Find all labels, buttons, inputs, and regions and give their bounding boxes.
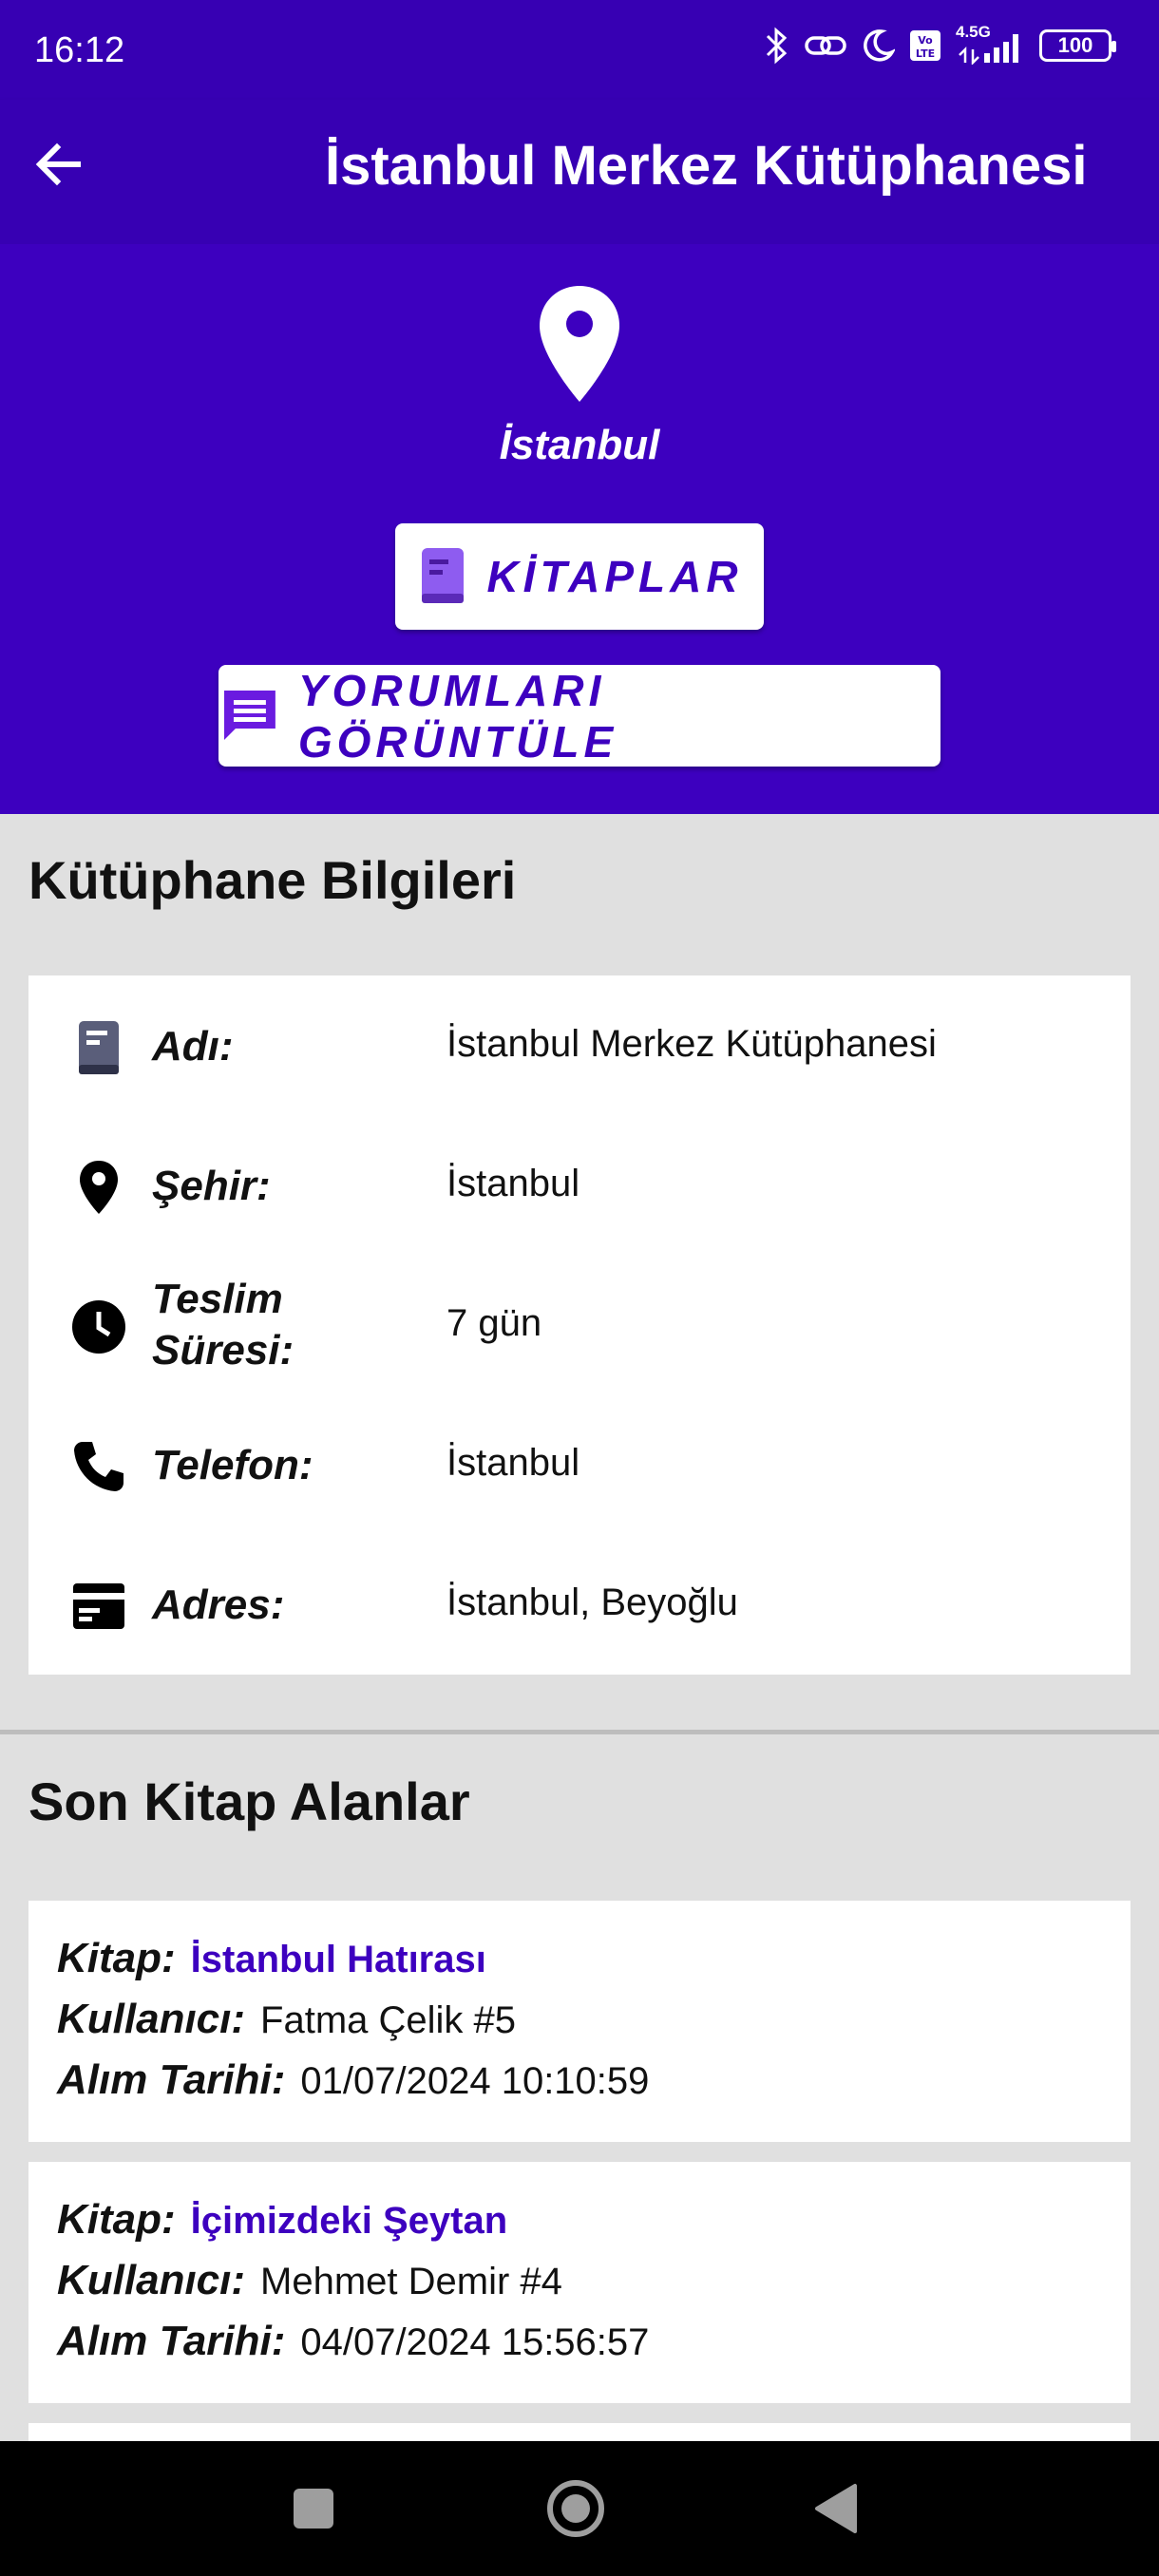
loan-date-line: Alım Tarihi: 04/07/2024 15:56:57 (57, 2318, 649, 2365)
svg-text:Vo: Vo (918, 34, 933, 47)
loan-date-line: Alım Tarihi: 01/07/2024 10:10:59 (57, 2056, 649, 2104)
info-label: Şehir: (152, 1163, 271, 1209)
network-indicator: 4.5G (956, 23, 1026, 65)
loan-book-title[interactable]: İçimizdeki Şeytan (191, 2200, 507, 2243)
signal-icon (959, 34, 1018, 65)
loan-user-line: Kullanıcı: Fatma Çelik #5 (57, 1996, 516, 2043)
loan-book-label: Kitap: (57, 2196, 176, 2243)
square-icon (294, 2489, 333, 2529)
status-time: 16:12 (34, 30, 125, 70)
loan-book-line: Kitap: İçimizdeki Şeytan (57, 2196, 507, 2244)
info-label: Adı: (152, 1023, 234, 1070)
volte-icon: VoLTE (910, 30, 940, 61)
section-divider (0, 1730, 1159, 1734)
address-card-icon (70, 1578, 127, 1635)
books-button-label: KİTAPLAR (486, 552, 743, 601)
info-row-address: Adres: İstanbul, Beyoğlu (28, 1534, 1130, 1674)
info-label: Adres: (152, 1582, 285, 1628)
system-nav-bar (0, 2441, 1159, 2576)
loan-user: Mehmet Demir #4 (260, 2261, 562, 2302)
info-label: Teslim Süresi: (152, 1274, 294, 1376)
loan-user-label: Kullanıcı: (57, 2257, 246, 2303)
info-label-line: Teslim (152, 1276, 283, 1322)
phone-icon (70, 1438, 127, 1495)
back-nav-button[interactable] (779, 2441, 893, 2576)
battery-icon: 100 (1039, 29, 1116, 62)
link-icon (805, 36, 846, 55)
library-info-card: Adı: İstanbul Merkez Kütüphanesi Şehir: … (28, 975, 1130, 1675)
svg-text:LTE: LTE (916, 47, 935, 60)
loan-date: 04/07/2024 15:56:57 (300, 2321, 650, 2363)
recents-button[interactable] (256, 2441, 370, 2576)
loan-book-line: Kitap: İstanbul Hatırası (57, 1935, 486, 1982)
loan-card[interactable]: Kitap: İstanbul Hatırası Kullanıcı: Fatm… (28, 1901, 1130, 2142)
loan-card[interactable]: Kitap: İçimizdeki Şeytan Kullanıcı: Mehm… (28, 2162, 1130, 2403)
book-icon (70, 1019, 127, 1076)
info-section-title: Kütüphane Bilgileri (28, 850, 517, 910)
comment-icon (223, 690, 276, 740)
info-value: İstanbul (446, 1163, 580, 1204)
loan-date: 01/07/2024 10:10:59 (300, 2060, 650, 2102)
loan-date-label: Alım Tarihi: (57, 2056, 286, 2103)
info-row-city: Şehir: İstanbul (28, 1115, 1130, 1255)
clock-icon (70, 1298, 127, 1355)
status-bar: 16:12 Vo LTE 4.5G 100 (0, 0, 1159, 100)
app-bar: İstanbul Merkez Kütüphanesi (0, 100, 1159, 244)
battery-level: 100 (1057, 33, 1093, 57)
info-value: İstanbul Merkez Kütüphanesi (446, 1023, 937, 1065)
info-label: Telefon: (152, 1442, 314, 1488)
info-row-name: Adı: İstanbul Merkez Kütüphanesi (28, 975, 1130, 1115)
loan-user: Fatma Çelik #5 (260, 1999, 517, 2041)
loan-user-label: Kullanıcı: (57, 1996, 246, 2042)
view-comments-button[interactable]: YORUMLARI GÖRÜNTÜLE (218, 665, 940, 767)
page-title: İstanbul Merkez Kütüphanesi (325, 135, 1088, 197)
location-pin-icon (70, 1159, 127, 1216)
hero-city: İstanbul (499, 422, 660, 468)
info-value: İstanbul (446, 1442, 580, 1484)
loans-section-title: Son Kitap Alanlar (28, 1771, 470, 1831)
moon-icon (864, 29, 895, 62)
info-label-line: Süresi: (152, 1327, 294, 1373)
bluetooth-icon (766, 27, 788, 65)
info-value: İstanbul, Beyoğlu (446, 1582, 738, 1623)
back-button[interactable] (28, 134, 89, 195)
home-circle-icon (547, 2480, 604, 2537)
loan-date-label: Alım Tarihi: (57, 2318, 286, 2364)
arrow-back-icon (35, 142, 81, 186)
triangle-back-icon (815, 2484, 857, 2533)
loan-user-line: Kullanıcı: Mehmet Demir #4 (57, 2257, 562, 2304)
location-pin-icon (540, 286, 619, 402)
info-row-loan-period: Teslim Süresi: 7 gün (28, 1255, 1130, 1394)
comments-button-label: YORUMLARI GÖRÜNTÜLE (297, 665, 618, 767)
info-value: 7 gün (446, 1302, 542, 1344)
library-hero: İstanbul KİTAPLAR YORUMLARI GÖRÜNTÜLE (0, 244, 1159, 814)
info-row-phone: Telefon: İstanbul (28, 1394, 1130, 1534)
home-button[interactable] (519, 2441, 633, 2576)
status-icons: Vo LTE 4.5G 100 (764, 23, 1116, 65)
loan-book-title[interactable]: İstanbul Hatırası (191, 1939, 486, 1981)
books-button[interactable]: KİTAPLAR (395, 523, 764, 630)
loan-book-label: Kitap: (57, 1935, 176, 1981)
book-icon (422, 548, 465, 603)
